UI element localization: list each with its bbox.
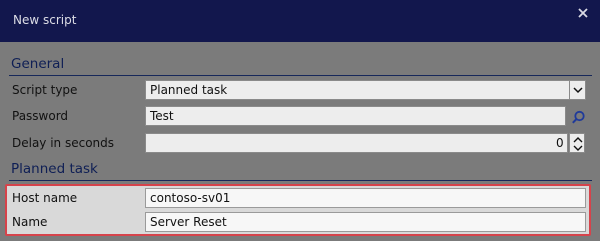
host-name-value: contoso-sv01 [150,191,231,205]
script-type-select[interactable]: Planned task [145,80,586,100]
search-icon[interactable] [571,110,586,125]
close-icon[interactable] [575,5,591,21]
new-script-dialog: New script General Script type Planned t… [0,0,600,241]
script-type-label: Script type [12,83,78,97]
delay-input[interactable]: 0 [145,133,568,153]
password-input[interactable]: Test [145,106,566,126]
delay-value: 0 [556,136,564,150]
title-bar: New script [0,0,600,42]
planned-task-section-header: Planned task [9,159,592,181]
host-name-row: Host name contoso-sv01 [7,186,589,210]
password-label: Password [12,109,69,123]
host-name-input[interactable]: contoso-sv01 [145,188,586,208]
name-value: Server Reset [150,215,227,229]
delay-spinner[interactable] [569,133,585,153]
name-row: Name Server Reset [7,210,589,234]
chevron-down-icon[interactable] [569,81,585,99]
planned-task-section-title: Planned task [11,161,98,177]
delay-label: Delay in seconds [12,136,115,150]
host-name-label: Host name [12,191,78,205]
password-value: Test [150,109,174,123]
script-type-value: Planned task [150,83,228,97]
name-label: Name [12,215,48,229]
window-title: New script [13,13,77,27]
spinner-icon [573,137,583,151]
general-section-header: General [9,54,592,76]
general-section-title: General [11,56,65,72]
name-input[interactable]: Server Reset [145,212,586,232]
